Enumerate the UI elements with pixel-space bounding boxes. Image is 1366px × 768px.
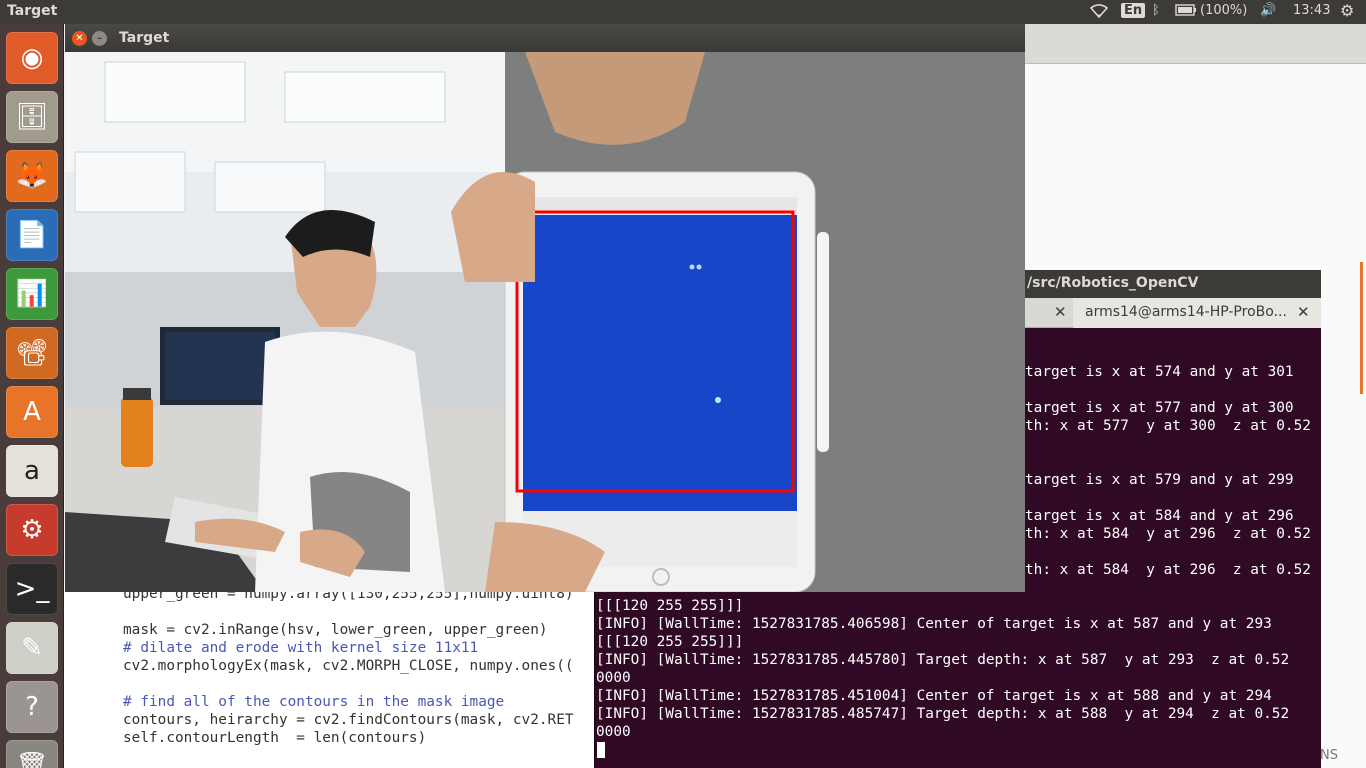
code-line: self.contourLength = len(contours) [123, 730, 427, 746]
terminal-line: [INFO] [WallTime: 1527831785.485747] Tar… [596, 706, 1290, 722]
terminal-tab-2[interactable]: arms14@arms14-HP-ProBo... ✕ [1073, 298, 1321, 328]
clock[interactable]: 13:43 [1293, 3, 1330, 18]
camera-frame [65, 52, 1025, 592]
bluetooth-icon[interactable]: ᛒ [1152, 3, 1160, 18]
close-tab-icon[interactable]: ✕ [1297, 303, 1310, 321]
code-line: # find all of the contours in the mask i… [123, 694, 505, 710]
background-window-header [1024, 24, 1366, 64]
scroll-indicator[interactable] [1360, 262, 1363, 394]
terminal-line: target is x at 577 and y at 300 [1025, 400, 1294, 416]
terminal-icon[interactable]: >_ [6, 563, 58, 615]
code-line: mask = cv2.inRange(hsv, lower_green, upp… [123, 622, 548, 638]
impress-icon[interactable]: 📽 [6, 327, 58, 379]
code-line: cv2.morphologyEx(mask, cv2.MORPH_CLOSE, … [123, 658, 574, 674]
trash-icon[interactable]: 🗑 [6, 740, 58, 768]
close-tab-icon[interactable]: ✕ [1054, 303, 1067, 321]
text-editor-icon[interactable]: ✎ [6, 622, 58, 674]
target-image-window[interactable]: ✕ – Target [65, 24, 1025, 592]
terminal-line: 0000 [596, 670, 631, 686]
close-window-button[interactable]: ✕ [72, 31, 87, 46]
camera-image [65, 52, 1025, 592]
keyboard-layout-indicator[interactable]: En [1121, 3, 1146, 18]
battery-percentage: (100%) [1200, 3, 1248, 18]
code-editor[interactable]: upper_green = numpy.array([130,255,255],… [64, 585, 594, 768]
battery-icon[interactable] [1175, 3, 1197, 21]
terminal-line: 0000 [596, 724, 631, 740]
gear-icon[interactable]: ⚙ [1340, 1, 1354, 20]
terminal-line: target is x at 574 and y at 301 [1025, 364, 1294, 380]
calc-icon[interactable]: 📊 [6, 268, 58, 320]
files-icon[interactable]: 🗄 [6, 91, 58, 143]
help-icon[interactable]: ? [6, 681, 58, 733]
target-window-titlebar[interactable]: ✕ – Target [65, 24, 1025, 52]
code-line: contours, heirarchy = cv2.findContours(m… [123, 712, 574, 728]
terminal-line: [INFO] [WallTime: 1527831785.445780] Tar… [596, 652, 1290, 668]
terminal-tab-label: arms14@arms14-HP-ProBo... [1085, 304, 1287, 320]
terminal-line: th: x at 584 y at 296 z at 0.52 [1025, 526, 1311, 542]
minimize-window-button[interactable]: – [92, 31, 107, 46]
terminal-line: th: x at 577 y at 300 z at 0.52 [1025, 418, 1311, 434]
launcher: ◉ 🗄 🦊 📄 📊 📽 Aa ⚙ >_ ✎? 🗑 [0, 24, 64, 768]
terminal-title: /src/Robotics_OpenCV [1027, 275, 1199, 291]
terminal-scrollbar[interactable] [1315, 328, 1321, 768]
system-settings-icon[interactable]: ⚙ [6, 504, 58, 556]
terminal-line: target is x at 584 and y at 296 [1025, 508, 1294, 524]
status-text-fragment: NS [1320, 748, 1338, 763]
amazon-icon[interactable]: a [6, 445, 58, 497]
ubuntu-dash-icon[interactable]: ◉ [6, 32, 58, 84]
terminal-line: [[[120 255 255]]] [596, 598, 744, 614]
terminal-line: [INFO] [WallTime: 1527831785.406598] Cen… [596, 616, 1272, 632]
terminal-line: [[[120 255 255]]] [596, 634, 744, 650]
volume-icon[interactable]: 🔊 [1260, 3, 1276, 18]
active-app-title: Target [7, 3, 58, 19]
terminal-cursor [597, 742, 605, 758]
wifi-icon[interactable] [1089, 3, 1109, 23]
software-center-icon[interactable]: A [6, 386, 58, 438]
top-panel: Target En ᛒ (100%) 🔊 13:43 ⚙ [0, 0, 1366, 24]
terminal-line: [INFO] [WallTime: 1527831785.451004] Cen… [596, 688, 1272, 704]
firefox-icon[interactable]: 🦊 [6, 150, 58, 202]
terminal-line: th: x at 584 y at 296 z at 0.52 [1025, 562, 1311, 578]
desktop: Target En ᛒ (100%) 🔊 13:43 ⚙ ◉ 🗄 🦊 📄 📊 📽 Aa ⚙ >_… [0, 0, 1366, 768]
code-line: # dilate and erode with kernel size 11x1… [123, 640, 479, 656]
target-window-title: Target [119, 30, 170, 46]
writer-icon[interactable]: 📄 [6, 209, 58, 261]
terminal-line: target is x at 579 and y at 299 [1025, 472, 1294, 488]
